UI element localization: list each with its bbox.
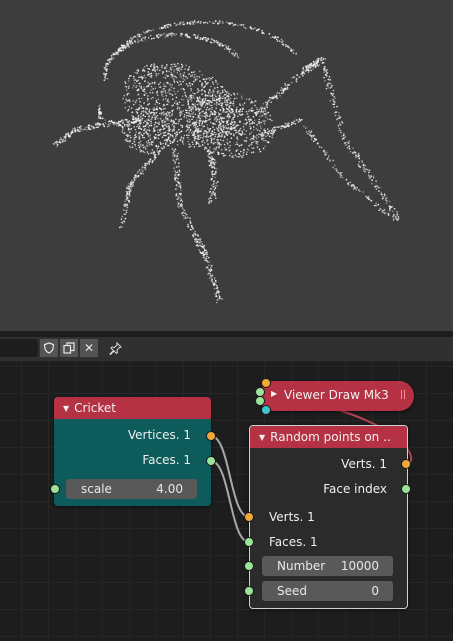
collapse-triangle-icon[interactable]: ▼ <box>259 427 265 448</box>
cricket-scale-socket[interactable] <box>50 484 60 494</box>
viewer-draw-node[interactable]: ▶ Viewer Draw Mk3 <box>259 381 414 411</box>
expand-triangle-icon[interactable]: ▶ <box>271 389 277 398</box>
cricket-faces-socket[interactable] <box>206 456 216 466</box>
pin-button[interactable] <box>106 339 124 357</box>
node-tree-name-field[interactable] <box>0 339 38 357</box>
pin-icon <box>109 342 122 355</box>
number-field[interactable]: Number 10000 <box>262 556 393 576</box>
cricket-vertices-socket[interactable] <box>206 431 216 441</box>
cricket-node-header[interactable]: ▼ Cricket <box>54 397 211 419</box>
random-points-node[interactable]: ▼ Random points on .. Verts. 1 Face index… <box>249 425 408 609</box>
node-editor-canvas[interactable]: ▼ Cricket Vertices. 1 Faces. 1 scale 4.00… <box>0 362 453 641</box>
fake-user-button[interactable] <box>40 339 58 357</box>
scale-field[interactable]: scale 4.00 <box>66 479 197 499</box>
random-points-verts-input-socket[interactable] <box>244 512 254 522</box>
shield-icon <box>43 342 55 354</box>
random-points-faces-input-socket[interactable] <box>244 537 254 547</box>
unlink-button[interactable]: ✕ <box>80 339 98 357</box>
node-editor-header: ✕ <box>0 337 453 362</box>
random-points-verts-output-socket[interactable] <box>401 459 411 469</box>
copy-icon <box>63 342 75 354</box>
duplicate-button[interactable] <box>60 339 78 357</box>
faces-input-label: Faces. 1 <box>269 535 318 549</box>
vertices-output-label: Vertices. 1 <box>127 428 191 442</box>
random-points-number-socket[interactable] <box>244 561 254 571</box>
viewer-matrix-socket[interactable] <box>261 405 271 415</box>
pause-icon[interactable] <box>401 390 405 399</box>
close-icon: ✕ <box>83 341 95 355</box>
cricket-node[interactable]: ▼ Cricket Vertices. 1 Faces. 1 scale 4.00 <box>54 397 211 506</box>
random-points-face-index-socket[interactable] <box>401 484 411 494</box>
seed-field[interactable]: Seed 0 <box>262 581 393 601</box>
3d-viewport[interactable] <box>0 0 453 331</box>
viewer-vertices-socket[interactable] <box>261 378 271 388</box>
random-points-seed-socket[interactable] <box>244 586 254 596</box>
faces-output-label: Faces. 1 <box>142 453 191 467</box>
random-points-node-header[interactable]: ▼ Random points on .. <box>250 426 407 448</box>
viewer-draw-title: Viewer Draw Mk3 <box>284 388 389 402</box>
verts-input-label: Verts. 1 <box>269 510 315 524</box>
point-cloud <box>52 20 400 304</box>
collapse-triangle-icon[interactable]: ▼ <box>63 398 69 419</box>
verts-output-label: Verts. 1 <box>341 457 387 471</box>
face-index-output-label: Face index <box>323 482 387 496</box>
